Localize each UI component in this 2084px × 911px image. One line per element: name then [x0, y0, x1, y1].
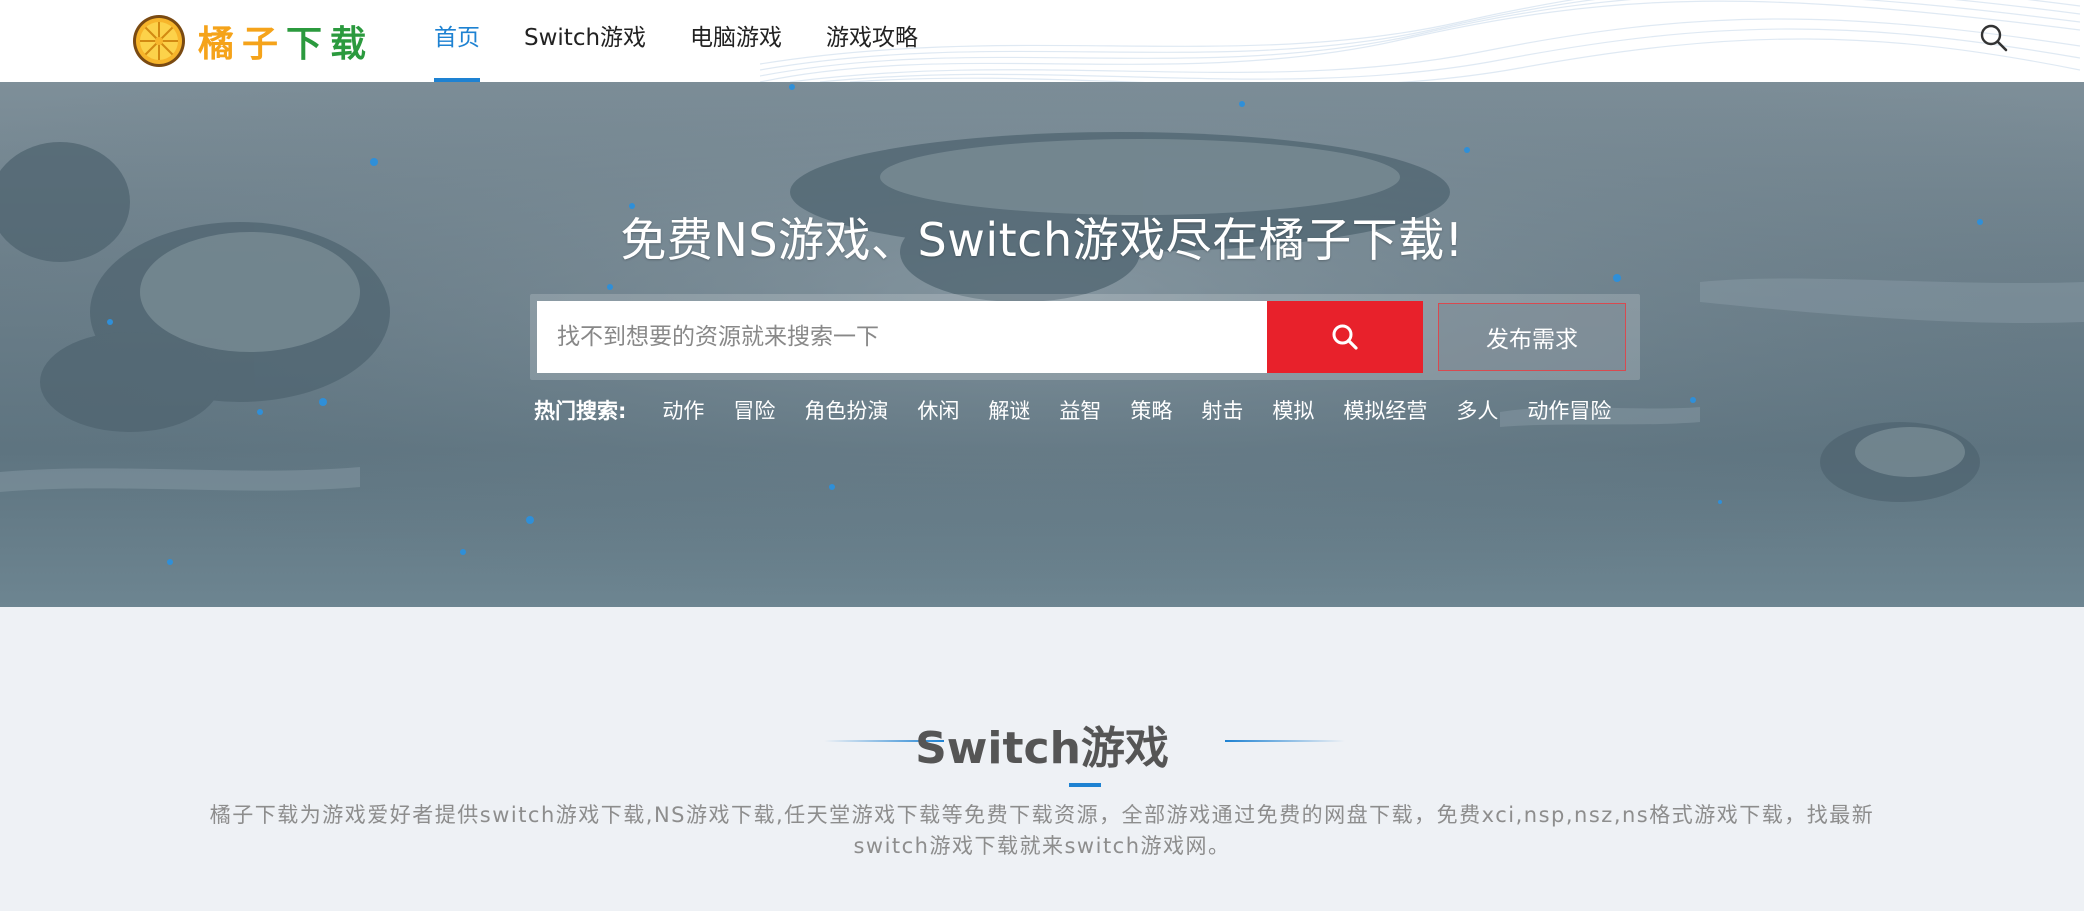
search-icon[interactable] [1978, 22, 2010, 54]
hot-tag[interactable]: 益智 [1059, 395, 1101, 425]
section-title: Switch游戏 [915, 723, 1169, 774]
main-nav: 首页 Switch游戏 电脑游戏 游戏攻略 [434, 0, 962, 82]
nav-item-game-guides[interactable]: 游戏攻略 [826, 0, 918, 82]
hot-tag[interactable]: 模拟 [1272, 395, 1314, 425]
hero-banner: 免费NS游戏、Switch游戏尽在橘子下载! 发布需求 热门搜索: 动作 冒险 … [0, 82, 2084, 607]
logo-char: 下 [286, 23, 331, 65]
search-input[interactable] [537, 301, 1267, 373]
hot-tag[interactable]: 动作冒险 [1527, 395, 1611, 425]
hot-tag[interactable]: 动作 [662, 395, 704, 425]
site-header: 橘 子 下 载 首页 Switch游戏 电脑游戏 游戏攻略 [0, 0, 2084, 82]
search-button[interactable] [1267, 301, 1423, 373]
hot-tag[interactable]: 模拟经营 [1343, 395, 1427, 425]
publish-request-button[interactable]: 发布需求 [1438, 303, 1626, 371]
nav-item-home[interactable]: 首页 [434, 0, 480, 82]
hot-tag[interactable]: 策略 [1130, 395, 1172, 425]
logo-char: 橘 [198, 23, 243, 65]
hot-tag[interactable]: 多人 [1456, 395, 1498, 425]
hot-tag[interactable]: 角色扮演 [804, 395, 888, 425]
nav-item-switch-games[interactable]: Switch游戏 [524, 0, 646, 82]
site-logo[interactable]: 橘 子 下 载 [132, 11, 374, 71]
nav-item-pc-games[interactable]: 电脑游戏 [690, 0, 782, 82]
hot-tag[interactable]: 休闲 [917, 395, 959, 425]
hot-tag[interactable]: 冒险 [733, 395, 775, 425]
section-heading: Switch游戏 [0, 712, 2084, 774]
title-underline [1069, 783, 1101, 787]
search-icon [1332, 324, 1358, 350]
logo-char: 子 [242, 23, 287, 65]
hot-searches: 热门搜索: 动作 冒险 角色扮演 休闲 解谜 益智 策略 射击 模拟 模拟经营 … [534, 392, 1640, 428]
orange-slice-icon [133, 15, 185, 67]
hot-tag[interactable]: 射击 [1201, 395, 1243, 425]
hero-title: 免费NS游戏、Switch游戏尽在橘子下载! [620, 213, 1464, 267]
logo-wordmark: 橘 子 下 载 [198, 15, 374, 67]
title-divider-right [1225, 740, 1345, 742]
hot-searches-label: 热门搜索: [534, 399, 627, 423]
hot-tag[interactable]: 解谜 [988, 395, 1030, 425]
hero-search-bar: 发布需求 [530, 294, 1640, 380]
logo-char: 载 [330, 23, 375, 65]
section-description: 橘子下载为游戏爱好者提供switch游戏下载,NS游戏下载,任天堂游戏下载等免费… [209, 803, 1875, 858]
